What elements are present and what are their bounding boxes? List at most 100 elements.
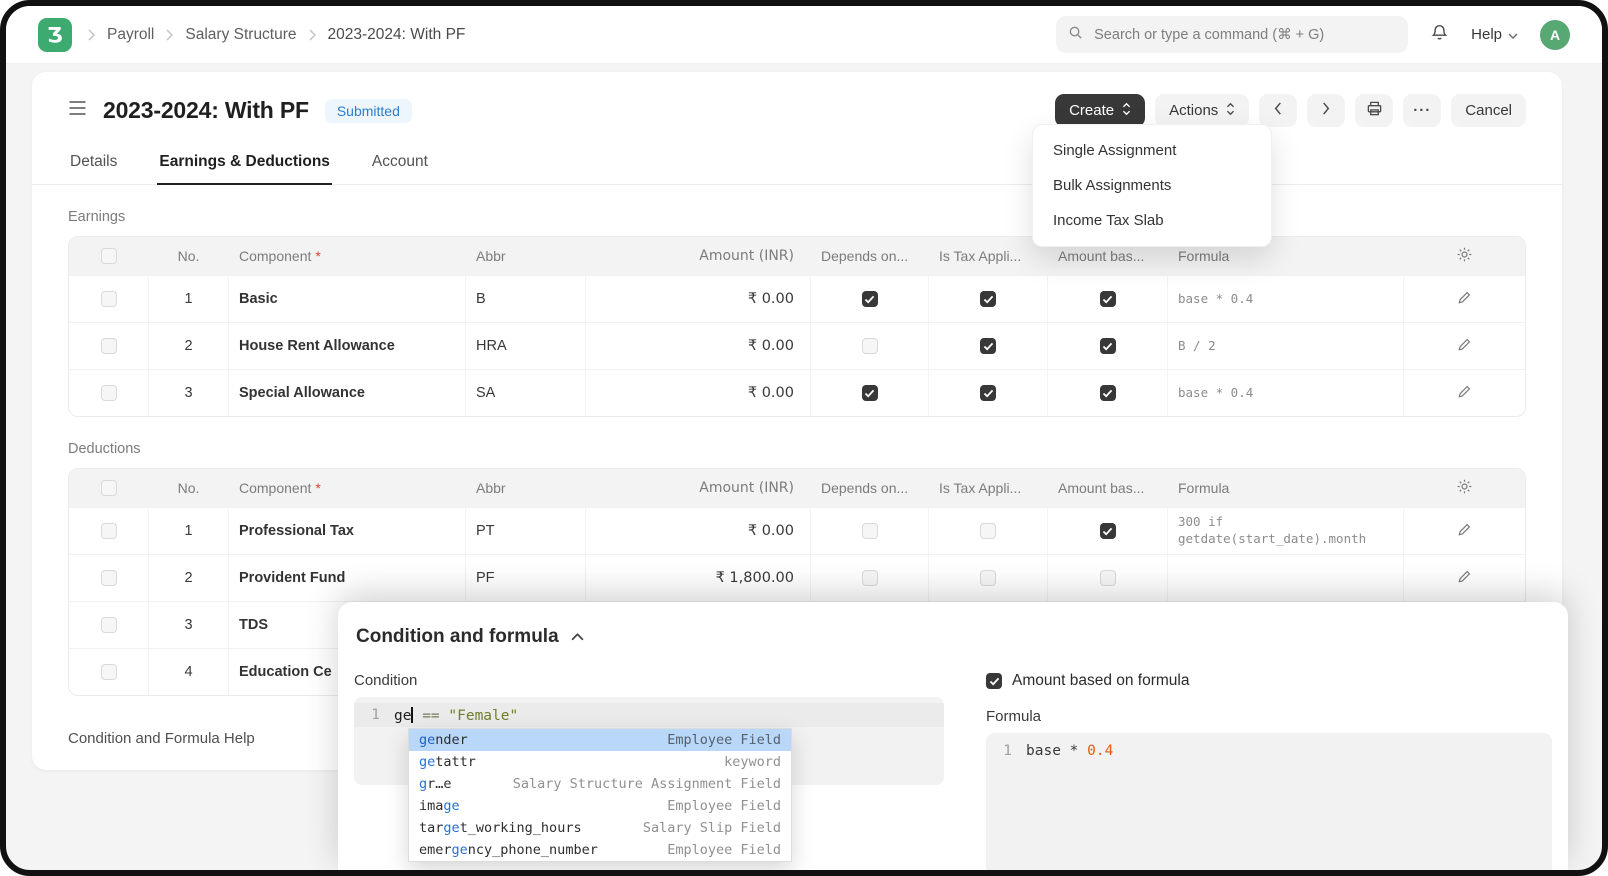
next-document-button[interactable] [1307, 94, 1345, 127]
avatar[interactable]: A [1540, 20, 1570, 50]
more-options-button[interactable]: ··· [1403, 94, 1441, 127]
amount-cell[interactable]: ₹ 0.00 [586, 370, 811, 416]
formula-code-editor[interactable]: 1 base * 0.4 [986, 733, 1552, 870]
autocomplete-option[interactable]: emergency_phone_number Employee Field [409, 839, 791, 861]
grid-settings-gear-icon[interactable] [1456, 246, 1473, 266]
chevron-up-icon[interactable] [571, 628, 584, 646]
autocomplete-dropdown: gender Employee Field getattr keyword gr… [408, 728, 792, 862]
menu-item-income-tax-slab[interactable]: Income Tax Slab [1041, 203, 1263, 238]
cancel-button[interactable]: Cancel [1451, 94, 1526, 127]
abbr-cell[interactable]: HRA [466, 323, 586, 369]
help-menu[interactable]: Help [1471, 26, 1518, 43]
document-header: 2023-2024: With PF Submitted Create Acti… [32, 72, 1562, 127]
edit-row-pencil-icon[interactable] [1457, 522, 1472, 541]
row-select-checkbox[interactable] [101, 617, 117, 633]
row-index: 4 [149, 649, 229, 695]
component-cell[interactable]: Special Allowance [229, 370, 466, 416]
chevron-right-icon [1322, 102, 1330, 119]
row-select-checkbox[interactable] [101, 291, 117, 307]
row-select-checkbox[interactable] [101, 385, 117, 401]
abbr-cell[interactable]: B [466, 276, 586, 322]
amount-cell[interactable]: ₹ 0.00 [586, 508, 811, 554]
amount-based-on-formula-checkbox[interactable] [986, 673, 1002, 689]
formula-cell[interactable]: base * 0.4 [1168, 370, 1404, 416]
breadcrumb: Payroll Salary Structure 2023-2024: With… [88, 26, 465, 44]
depends-on-checkbox[interactable] [862, 291, 878, 307]
autocomplete-option[interactable]: getattr keyword [409, 751, 791, 773]
app-logo-icon[interactable]: Ʒ [38, 18, 72, 52]
create-dropdown-menu: Single Assignment Bulk Assignments Incom… [1032, 124, 1272, 247]
tax-applicable-checkbox[interactable] [980, 291, 996, 307]
depends-on-checkbox[interactable] [862, 523, 878, 539]
tab-account[interactable]: Account [370, 143, 430, 184]
breadcrumb-current-doc[interactable]: 2023-2024: With PF [328, 26, 466, 44]
printer-icon [1366, 100, 1383, 121]
panel-title: Condition and formula [356, 626, 559, 648]
amount-based-checkbox[interactable] [1100, 570, 1116, 586]
breadcrumb-payroll[interactable]: Payroll [107, 26, 154, 44]
edit-row-pencil-icon[interactable] [1457, 337, 1472, 356]
actions-button[interactable]: Actions [1155, 94, 1249, 127]
edit-row-pencil-icon[interactable] [1457, 384, 1472, 403]
col-component: Component* [229, 237, 466, 275]
autocomplete-option[interactable]: image Employee Field [409, 795, 791, 817]
grid-settings-gear-icon[interactable] [1456, 478, 1473, 498]
amount-based-checkbox[interactable] [1100, 338, 1116, 354]
tax-applicable-checkbox[interactable] [980, 385, 996, 401]
table-row: 2 House Rent Allowance HRA ₹ 0.00 B / 2 [69, 322, 1525, 369]
component-cell[interactable]: House Rent Allowance [229, 323, 466, 369]
row-index: 3 [149, 602, 229, 648]
amount-cell[interactable]: ₹ 0.00 [586, 323, 811, 369]
autocomplete-option[interactable]: target_working_hours Salary Slip Field [409, 817, 791, 839]
row-select-checkbox[interactable] [101, 338, 117, 354]
condition-label: Condition [354, 672, 944, 689]
autocomplete-option[interactable]: gr…e Salary Structure Assignment Field [409, 773, 791, 795]
row-select-checkbox[interactable] [101, 523, 117, 539]
amount-cell[interactable]: ₹ 1,800.00 [586, 555, 811, 601]
notification-bell-icon[interactable] [1430, 23, 1449, 47]
tab-bar: Details Earnings & Deductions Account [32, 143, 1562, 185]
amount-based-checkbox[interactable] [1100, 523, 1116, 539]
global-search[interactable] [1056, 16, 1408, 53]
edit-row-pencil-icon[interactable] [1457, 290, 1472, 309]
edit-row-pencil-icon[interactable] [1457, 569, 1472, 588]
tax-applicable-checkbox[interactable] [980, 338, 996, 354]
component-cell[interactable]: Provident Fund [229, 555, 466, 601]
amount-based-checkbox[interactable] [1100, 385, 1116, 401]
search-input[interactable] [1092, 26, 1396, 44]
tax-applicable-checkbox[interactable] [980, 523, 996, 539]
tab-details[interactable]: Details [68, 143, 119, 184]
component-cell[interactable]: Professional Tax [229, 508, 466, 554]
select-all-checkbox[interactable] [101, 480, 117, 496]
page-title: 2023-2024: With PF [103, 97, 309, 124]
depends-on-checkbox[interactable] [862, 338, 878, 354]
formula-cell[interactable]: 300 if getdate(start_date).month [1168, 508, 1404, 554]
component-cell[interactable]: Basic [229, 276, 466, 322]
sidebar-toggle-icon[interactable] [68, 101, 87, 120]
depends-on-checkbox[interactable] [862, 570, 878, 586]
menu-item-single-assignment[interactable]: Single Assignment [1041, 133, 1263, 168]
tax-applicable-checkbox[interactable] [980, 570, 996, 586]
row-select-checkbox[interactable] [101, 570, 117, 586]
prev-document-button[interactable] [1259, 94, 1297, 127]
print-button[interactable] [1355, 94, 1393, 127]
table-row: 1 Professional Tax PT ₹ 0.00 300 if getd… [69, 507, 1525, 554]
amount-based-checkbox[interactable] [1100, 291, 1116, 307]
tab-earnings-deductions[interactable]: Earnings & Deductions [157, 143, 332, 185]
formula-cell[interactable]: B / 2 [1168, 323, 1404, 369]
abbr-cell[interactable]: SA [466, 370, 586, 416]
depends-on-checkbox[interactable] [862, 385, 878, 401]
breadcrumb-salary-structure[interactable]: Salary Structure [185, 26, 296, 44]
formula-cell[interactable] [1168, 555, 1404, 601]
col-depends-on: Depends on... [811, 469, 929, 507]
help-label: Help [1471, 26, 1502, 43]
abbr-cell[interactable]: PF [466, 555, 586, 601]
select-all-checkbox[interactable] [101, 248, 117, 264]
abbr-cell[interactable]: PT [466, 508, 586, 554]
create-button[interactable]: Create [1055, 94, 1145, 127]
amount-cell[interactable]: ₹ 0.00 [586, 276, 811, 322]
autocomplete-option[interactable]: gender Employee Field [409, 729, 791, 751]
menu-item-bulk-assignments[interactable]: Bulk Assignments [1041, 168, 1263, 203]
formula-cell[interactable]: base * 0.4 [1168, 276, 1404, 322]
row-select-checkbox[interactable] [101, 664, 117, 680]
